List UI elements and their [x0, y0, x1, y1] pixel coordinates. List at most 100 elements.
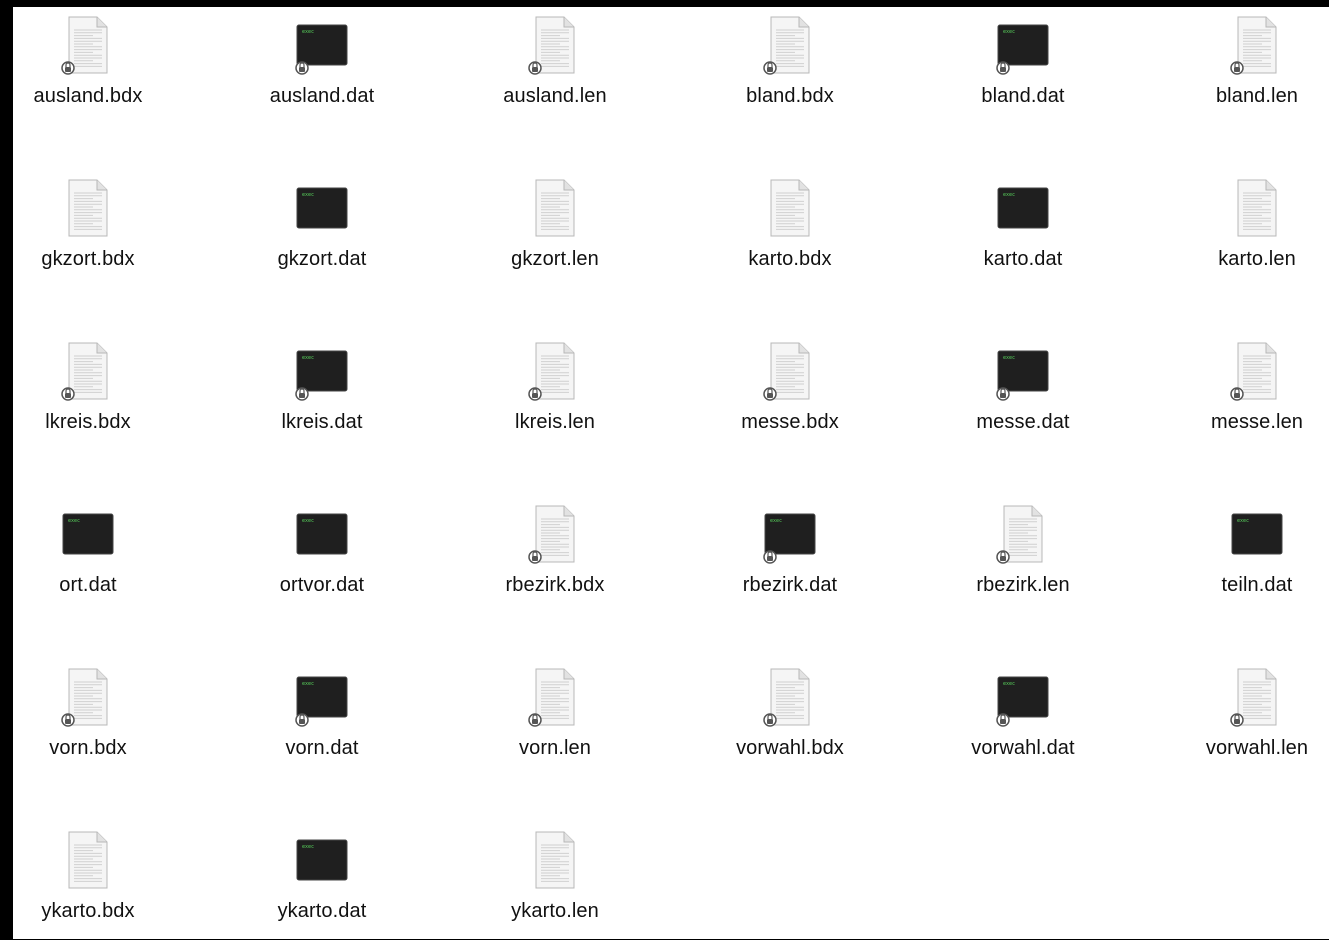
file-item[interactable]: bland.len [1182, 15, 1329, 125]
finder-icon-view[interactable]: ausland.bdx exec ausland.dat ausland.len bla… [13, 7, 1329, 939]
document-icon [61, 830, 115, 890]
document-icon [61, 341, 115, 401]
file-item[interactable]: ykarto.bdx [13, 830, 163, 940]
file-item[interactable]: vorwahl.len [1182, 667, 1329, 777]
file-item[interactable]: exec ausland.dat [247, 15, 397, 125]
file-item[interactable]: exec ort.dat [13, 504, 163, 614]
exec-icon: exec [1230, 504, 1284, 564]
document-icon [528, 504, 582, 564]
file-item[interactable]: ykarto.len [480, 830, 630, 940]
file-item[interactable]: exec vorn.dat [247, 667, 397, 777]
file-name-label: karto.len [1218, 248, 1296, 270]
exec-icon: exec [996, 178, 1050, 238]
file-name-label: ykarto.dat [277, 900, 367, 922]
file-name-label: vorwahl.bdx [736, 737, 844, 759]
file-item[interactable]: messe.bdx [715, 341, 865, 451]
file-name-label: vorwahl.len [1205, 737, 1309, 759]
exec-badge-text: exec [68, 518, 80, 524]
document-icon [61, 178, 115, 238]
file-name-label: lkreis.len [515, 411, 595, 433]
exec-icon: exec [295, 667, 349, 727]
lock-icon [295, 387, 309, 401]
file-name-label: gkzort.bdx [41, 248, 135, 270]
file-item[interactable]: gkzort.len [480, 178, 630, 288]
document-icon [61, 667, 115, 727]
file-name-label: rbezirk.len [976, 574, 1070, 596]
exec-icon: exec [295, 504, 349, 564]
file-name-label: rbezirk.bdx [505, 574, 605, 596]
exec-badge-text: exec [302, 844, 314, 850]
file-name-label: ausland.len [503, 85, 607, 107]
document-icon [763, 341, 817, 401]
file-name-label: lkreis.bdx [45, 411, 131, 433]
file-name-label: messe.bdx [741, 411, 839, 433]
exec-badge-text: exec [302, 29, 314, 35]
file-name-label: ausland.bdx [33, 85, 143, 107]
file-name-label: vorn.bdx [49, 737, 127, 759]
document-icon [1230, 667, 1284, 727]
exec-badge-text: exec [302, 355, 314, 361]
lock-icon [1230, 61, 1244, 75]
exec-badge-text: exec [302, 518, 314, 524]
document-icon [763, 178, 817, 238]
file-item[interactable]: vorwahl.bdx [715, 667, 865, 777]
file-item[interactable]: exec rbezirk.dat [715, 504, 865, 614]
lock-icon [763, 387, 777, 401]
file-name-label: bland.len [1215, 85, 1299, 107]
document-icon [763, 667, 817, 727]
file-item[interactable]: lkreis.len [480, 341, 630, 451]
file-item[interactable]: exec bland.dat [948, 15, 1098, 125]
file-name-label: bland.dat [981, 85, 1065, 107]
file-item[interactable]: ausland.len [480, 15, 630, 125]
file-item[interactable]: vorn.len [480, 667, 630, 777]
lock-icon [763, 61, 777, 75]
lock-icon [295, 713, 309, 727]
file-name-label: ortvor.dat [279, 574, 365, 596]
file-name-label: ort.dat [59, 574, 117, 596]
exec-icon: exec [996, 341, 1050, 401]
lock-icon [61, 387, 75, 401]
file-name-label: karto.bdx [748, 248, 832, 270]
file-item[interactable]: rbezirk.len [948, 504, 1098, 614]
file-item[interactable]: exec ortvor.dat [247, 504, 397, 614]
file-item[interactable]: bland.bdx [715, 15, 865, 125]
document-icon [1230, 15, 1284, 75]
file-item[interactable]: karto.len [1182, 178, 1329, 288]
file-item[interactable]: lkreis.bdx [13, 341, 163, 451]
exec-badge-text: exec [1003, 681, 1015, 687]
file-name-label: ausland.dat [269, 85, 375, 107]
file-item[interactable]: exec karto.dat [948, 178, 1098, 288]
file-item[interactable]: exec lkreis.dat [247, 341, 397, 451]
file-name-label: messe.len [1210, 411, 1304, 433]
exec-badge-text: exec [1237, 518, 1249, 524]
lock-icon [763, 550, 777, 564]
exec-icon: exec [295, 15, 349, 75]
exec-icon: exec [763, 504, 817, 564]
exec-badge-text: exec [302, 192, 314, 198]
exec-badge-text: exec [1003, 355, 1015, 361]
file-name-label: bland.bdx [746, 85, 834, 107]
file-name-label: karto.dat [983, 248, 1063, 270]
file-item[interactable]: exec gkzort.dat [247, 178, 397, 288]
file-item[interactable]: gkzort.bdx [13, 178, 163, 288]
file-item[interactable]: exec teiln.dat [1182, 504, 1329, 614]
document-icon [528, 830, 582, 890]
exec-icon: exec [295, 178, 349, 238]
file-name-label: ykarto.len [511, 900, 599, 922]
exec-icon: exec [295, 341, 349, 401]
file-item[interactable]: ausland.bdx [13, 15, 163, 125]
file-item[interactable]: exec vorwahl.dat [948, 667, 1098, 777]
file-item[interactable]: messe.len [1182, 341, 1329, 451]
lock-icon [1230, 713, 1244, 727]
document-icon [528, 15, 582, 75]
file-item[interactable]: exec ykarto.dat [247, 830, 397, 940]
lock-icon [763, 713, 777, 727]
file-item[interactable]: rbezirk.bdx [480, 504, 630, 614]
file-name-label: lkreis.dat [281, 411, 363, 433]
file-item[interactable]: vorn.bdx [13, 667, 163, 777]
file-name-label: gkzort.dat [277, 248, 367, 270]
file-item[interactable]: karto.bdx [715, 178, 865, 288]
document-icon [528, 178, 582, 238]
lock-icon [1230, 387, 1244, 401]
file-item[interactable]: exec messe.dat [948, 341, 1098, 451]
